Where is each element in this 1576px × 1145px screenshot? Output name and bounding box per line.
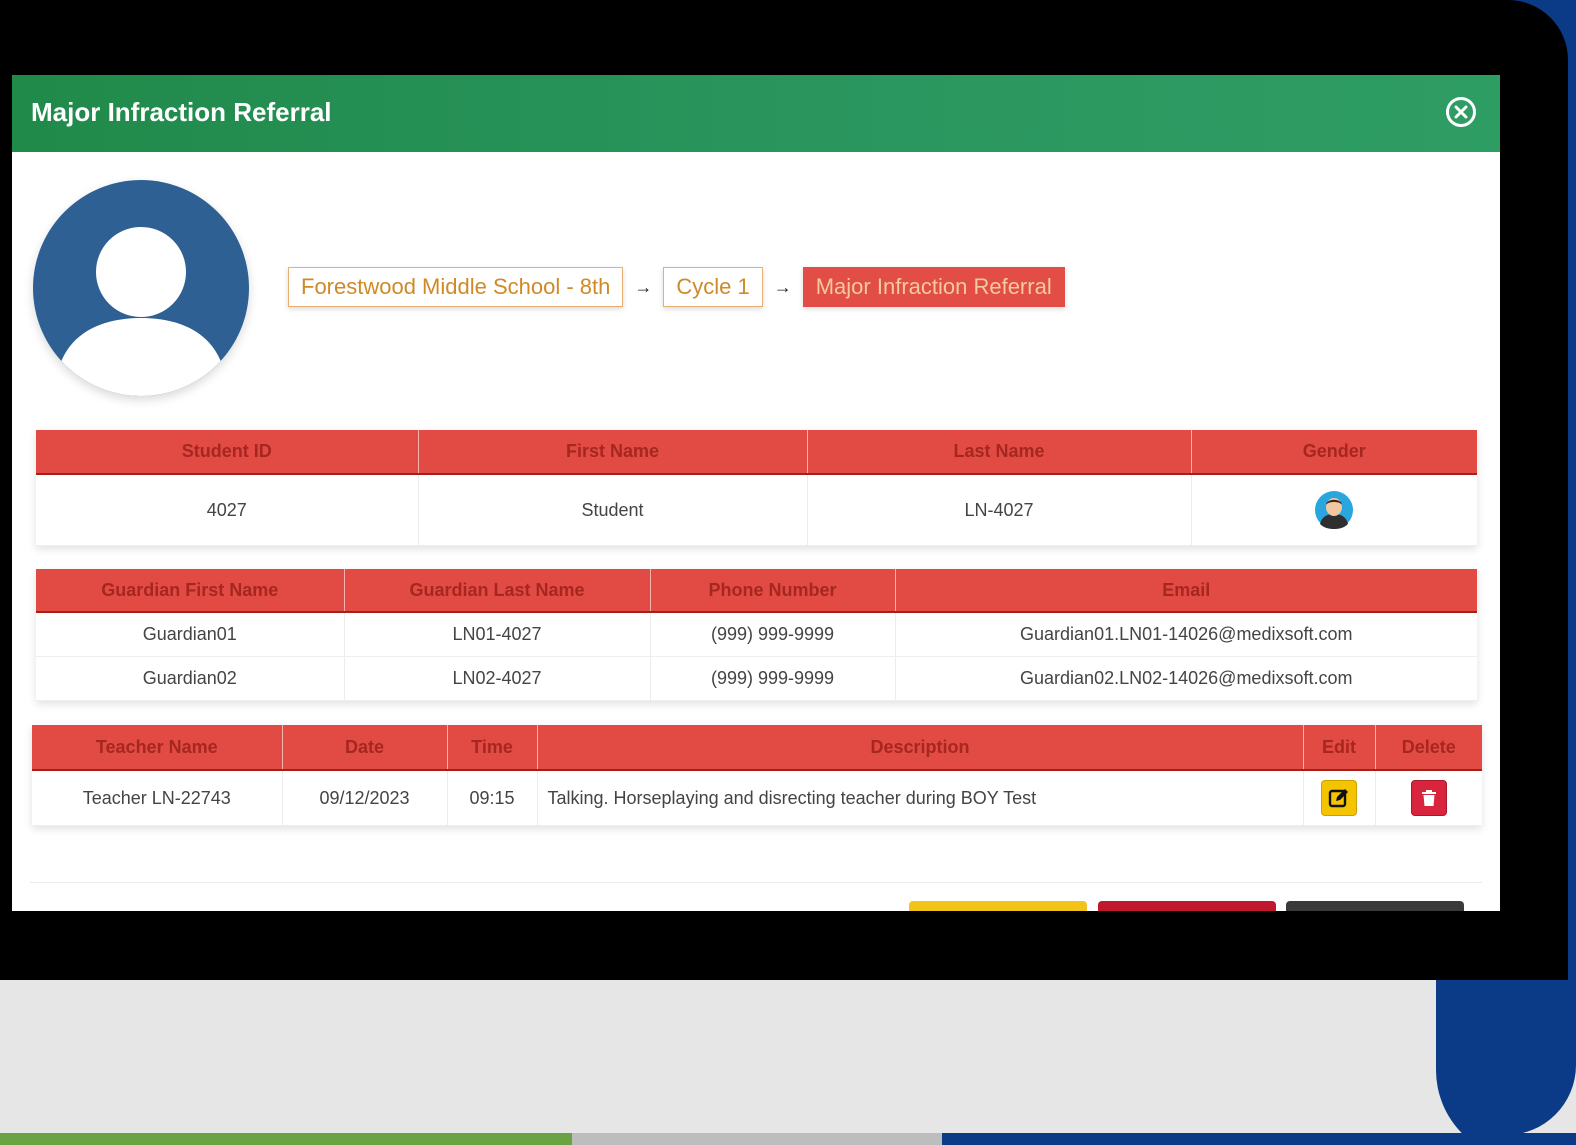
edit-icon — [1328, 789, 1348, 808]
last-name-cell: LN-4027 — [807, 474, 1192, 546]
guardian-table: Guardian First Name Guardian Last Name P… — [36, 569, 1477, 701]
strip-gray — [572, 1133, 942, 1145]
phone-cell: (999) 999-9999 — [650, 656, 896, 701]
male-avatar-icon — [1315, 491, 1354, 529]
guardian-first-name-cell: Guardian02 — [36, 656, 345, 701]
column-header: Teacher Name — [32, 725, 283, 771]
device-frame: Major Infraction Referral Forestwood Mid… — [0, 0, 1576, 1135]
column-header: Delete — [1375, 725, 1482, 771]
trash-icon — [1421, 790, 1436, 806]
breadcrumb-current: Major Infraction Referral — [802, 267, 1065, 307]
column-header: Guardian First Name — [36, 569, 345, 613]
student-table-header: Student ID First Name Last Name Gender — [36, 430, 1477, 475]
breadcrumb-school[interactable]: Forestwood Middle School - 8th — [288, 267, 624, 307]
bottom-color-strip — [0, 1133, 1576, 1145]
column-header: Description — [537, 725, 1304, 771]
phone-cell: (999) 999-9999 — [650, 612, 896, 657]
column-header: Gender — [1191, 430, 1477, 475]
footer-button-yellow[interactable] — [909, 901, 1087, 911]
close-button[interactable] — [1446, 97, 1476, 127]
close-icon — [1454, 105, 1468, 119]
column-header: Date — [282, 725, 448, 771]
column-header: Email — [895, 569, 1477, 613]
column-header: Edit — [1303, 725, 1376, 771]
user-silhouette-icon — [55, 221, 227, 396]
modal-title: Major Infraction Referral — [31, 97, 332, 127]
teacher-name-cell: Teacher LN-22743 — [32, 770, 283, 826]
column-header: Time — [447, 725, 538, 771]
table-row: Guardian02 LN02-4027 (999) 999-9999 Guar… — [36, 656, 1477, 701]
edit-button[interactable] — [1321, 780, 1357, 816]
breadcrumb-cycle[interactable]: Cycle 1 — [663, 267, 763, 307]
breadcrumb-arrow: → — [634, 276, 653, 297]
student-id-cell: 4027 — [36, 474, 419, 546]
guardian-last-name-cell: LN01-4027 — [344, 612, 651, 657]
guardian-table-header: Guardian First Name Guardian Last Name P… — [36, 569, 1477, 613]
delete-button[interactable] — [1410, 780, 1447, 816]
modal-header: Major Infraction Referral — [12, 75, 1500, 152]
edit-cell — [1303, 770, 1376, 826]
column-header: First Name — [418, 430, 808, 475]
table-row: Teacher LN-22743 09/12/2023 09:15 Talkin… — [32, 770, 1482, 826]
email-cell[interactable]: Guardian02.LN02-14026@medixsoft.com — [895, 656, 1477, 701]
gender-cell — [1191, 474, 1477, 546]
date-cell: 09/12/2023 — [282, 770, 448, 826]
guardian-last-name-cell: LN02-4027 — [344, 656, 651, 701]
strip-green — [0, 1133, 572, 1145]
description-cell: Talking. Horseplaying and disrecting tea… — [537, 770, 1304, 826]
email-cell[interactable]: Guardian01.LN01-14026@medixsoft.com — [895, 612, 1477, 657]
guardian-first-name-cell: Guardian01 — [36, 612, 345, 657]
referral-table: Teacher Name Date Time Description Edit … — [32, 725, 1482, 826]
table-row: 4027 Student LN-4027 — [36, 474, 1477, 546]
footer-button-dark[interactable] — [1286, 901, 1464, 911]
column-header: Last Name — [807, 430, 1192, 475]
first-name-cell: Student — [418, 474, 808, 546]
time-cell: 09:15 — [447, 770, 538, 826]
breadcrumb: Forestwood Middle School - 8th → Cycle 1… — [288, 267, 1065, 307]
table-row: Guardian01 LN01-4027 (999) 999-9999 Guar… — [36, 612, 1477, 657]
referral-modal: Major Infraction Referral Forestwood Mid… — [12, 75, 1500, 911]
student-avatar — [33, 180, 249, 396]
column-header: Student ID — [36, 430, 419, 475]
footer-button-red[interactable] — [1098, 901, 1276, 911]
student-table: Student ID First Name Last Name Gender 4… — [36, 430, 1477, 546]
referral-table-header: Teacher Name Date Time Description Edit … — [32, 725, 1482, 771]
column-header: Phone Number — [650, 569, 896, 613]
footer-divider — [30, 882, 1482, 883]
strip-blue — [942, 1133, 1576, 1145]
delete-cell — [1375, 770, 1482, 826]
column-header: Guardian Last Name — [344, 569, 651, 613]
breadcrumb-arrow: → — [773, 276, 792, 297]
